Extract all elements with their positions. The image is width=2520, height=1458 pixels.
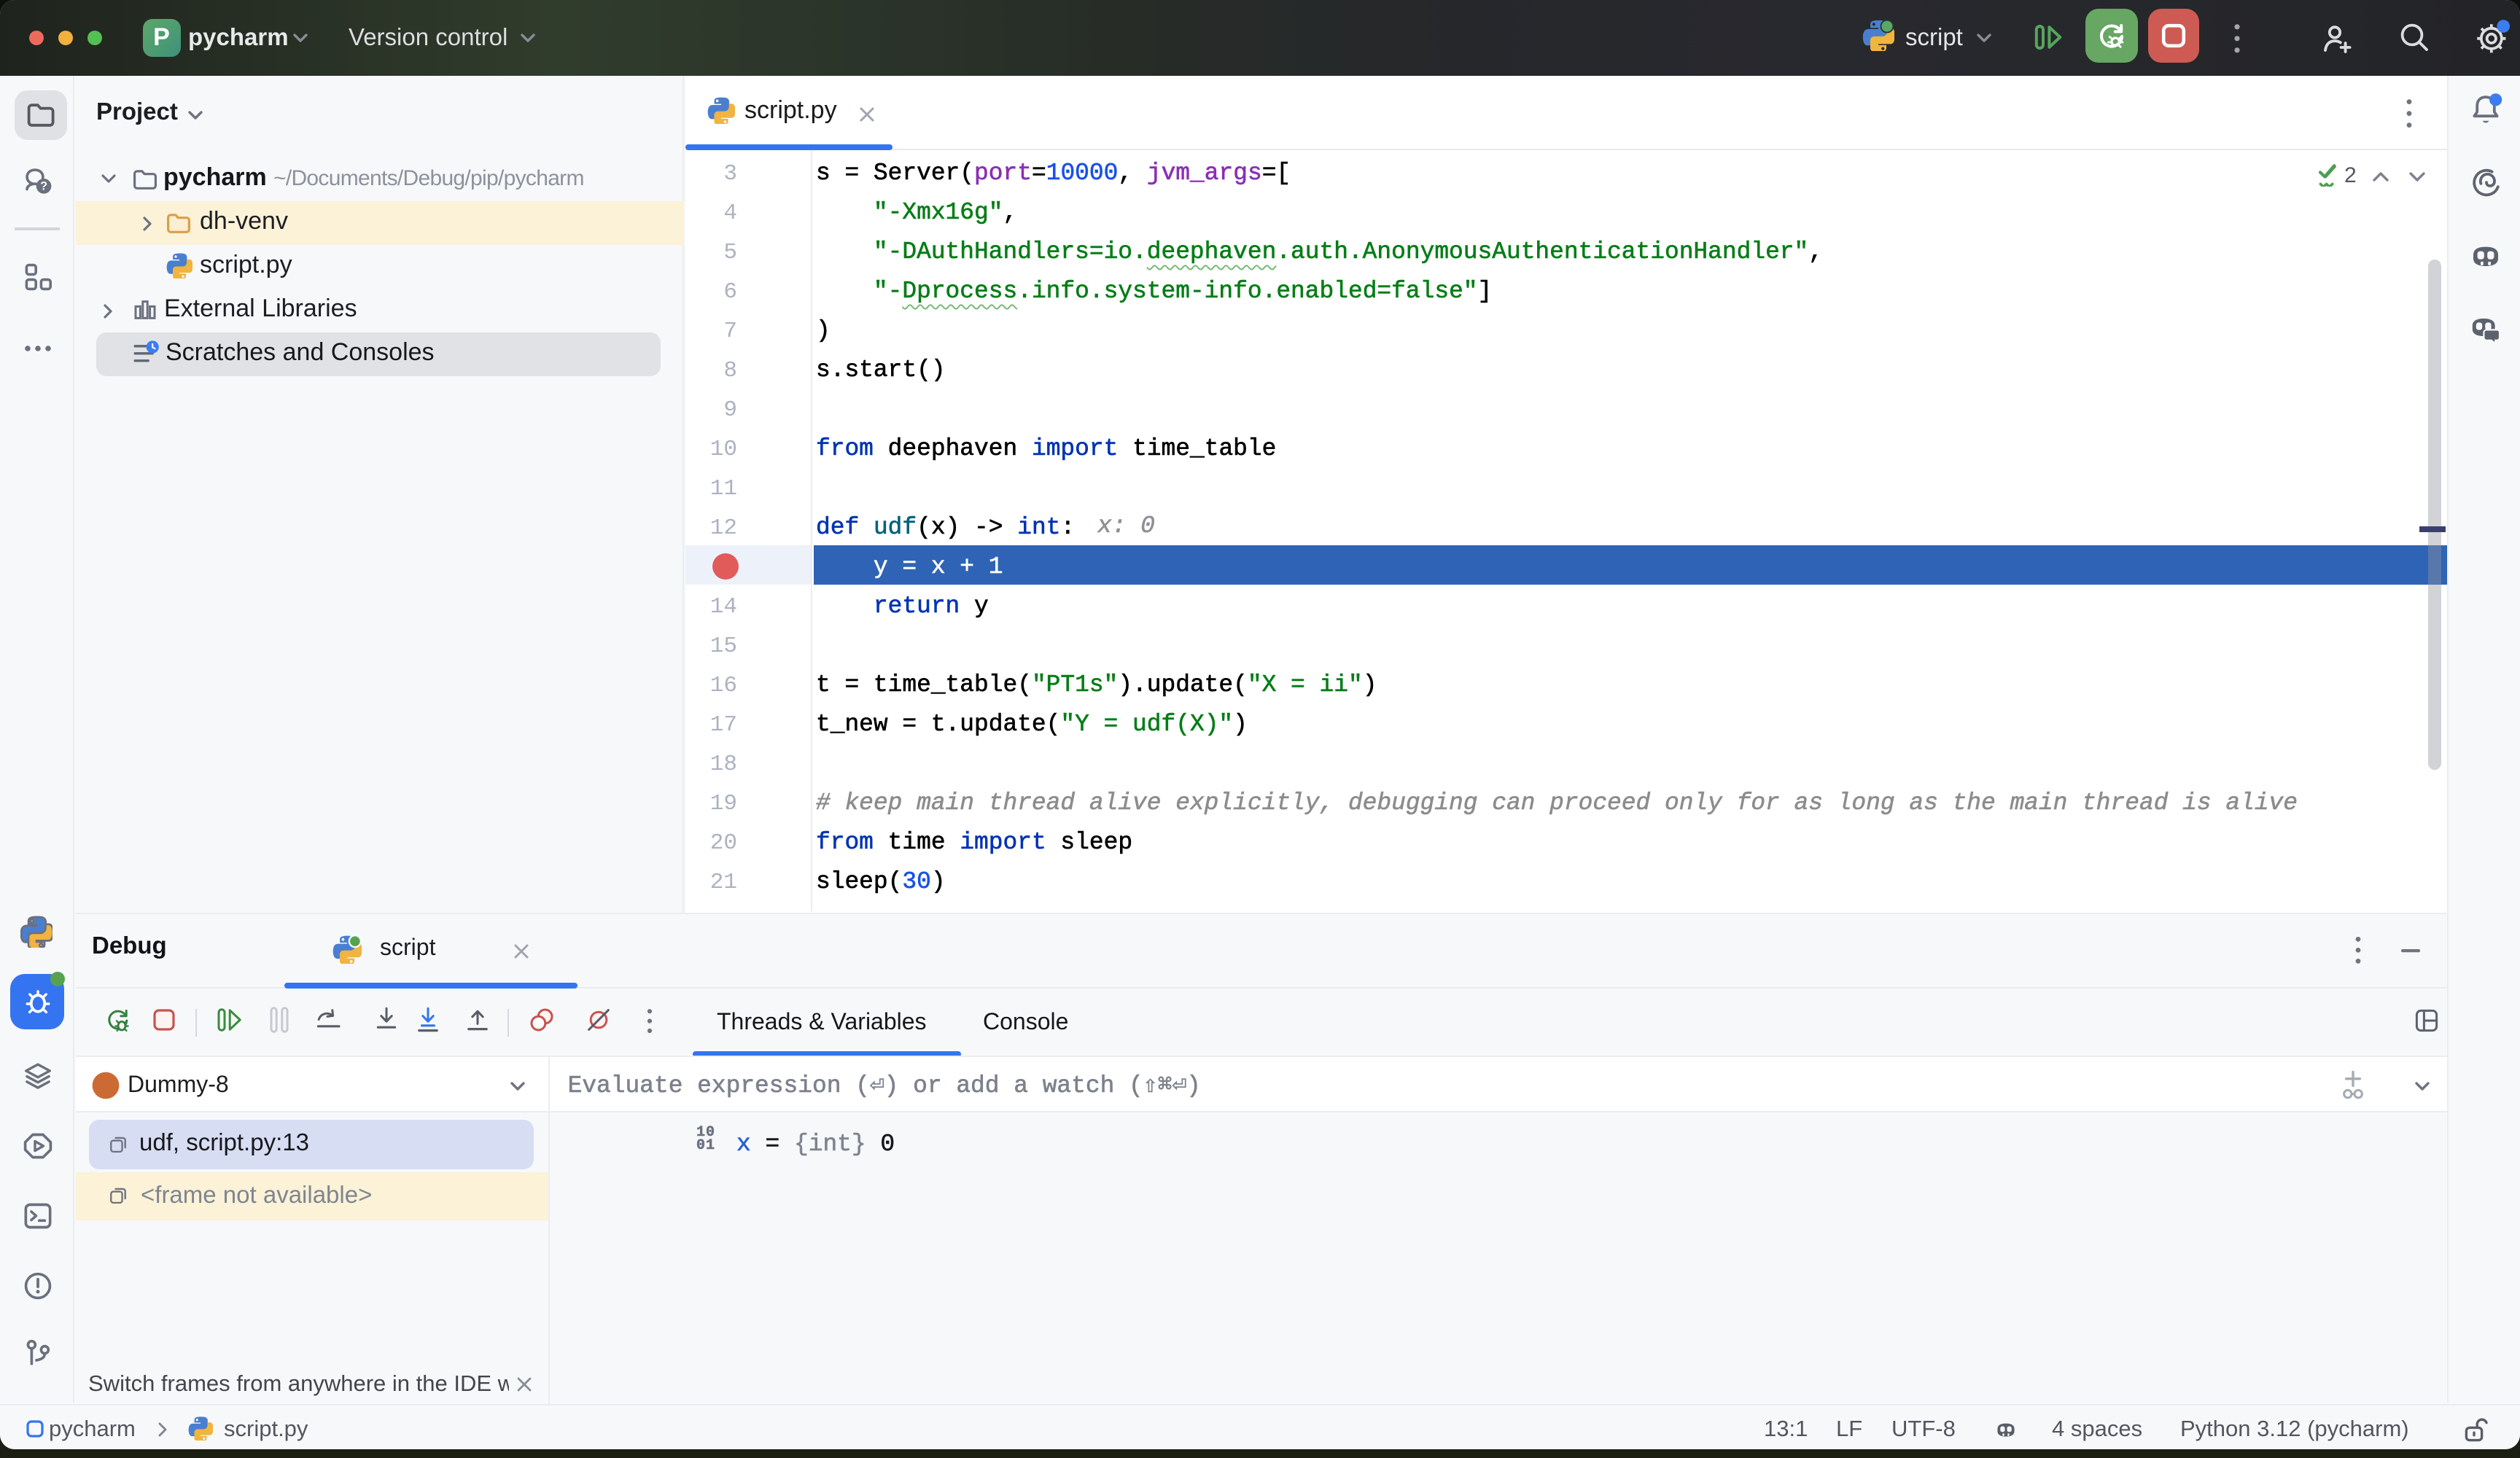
svg-text:?: ?	[39, 179, 47, 192]
